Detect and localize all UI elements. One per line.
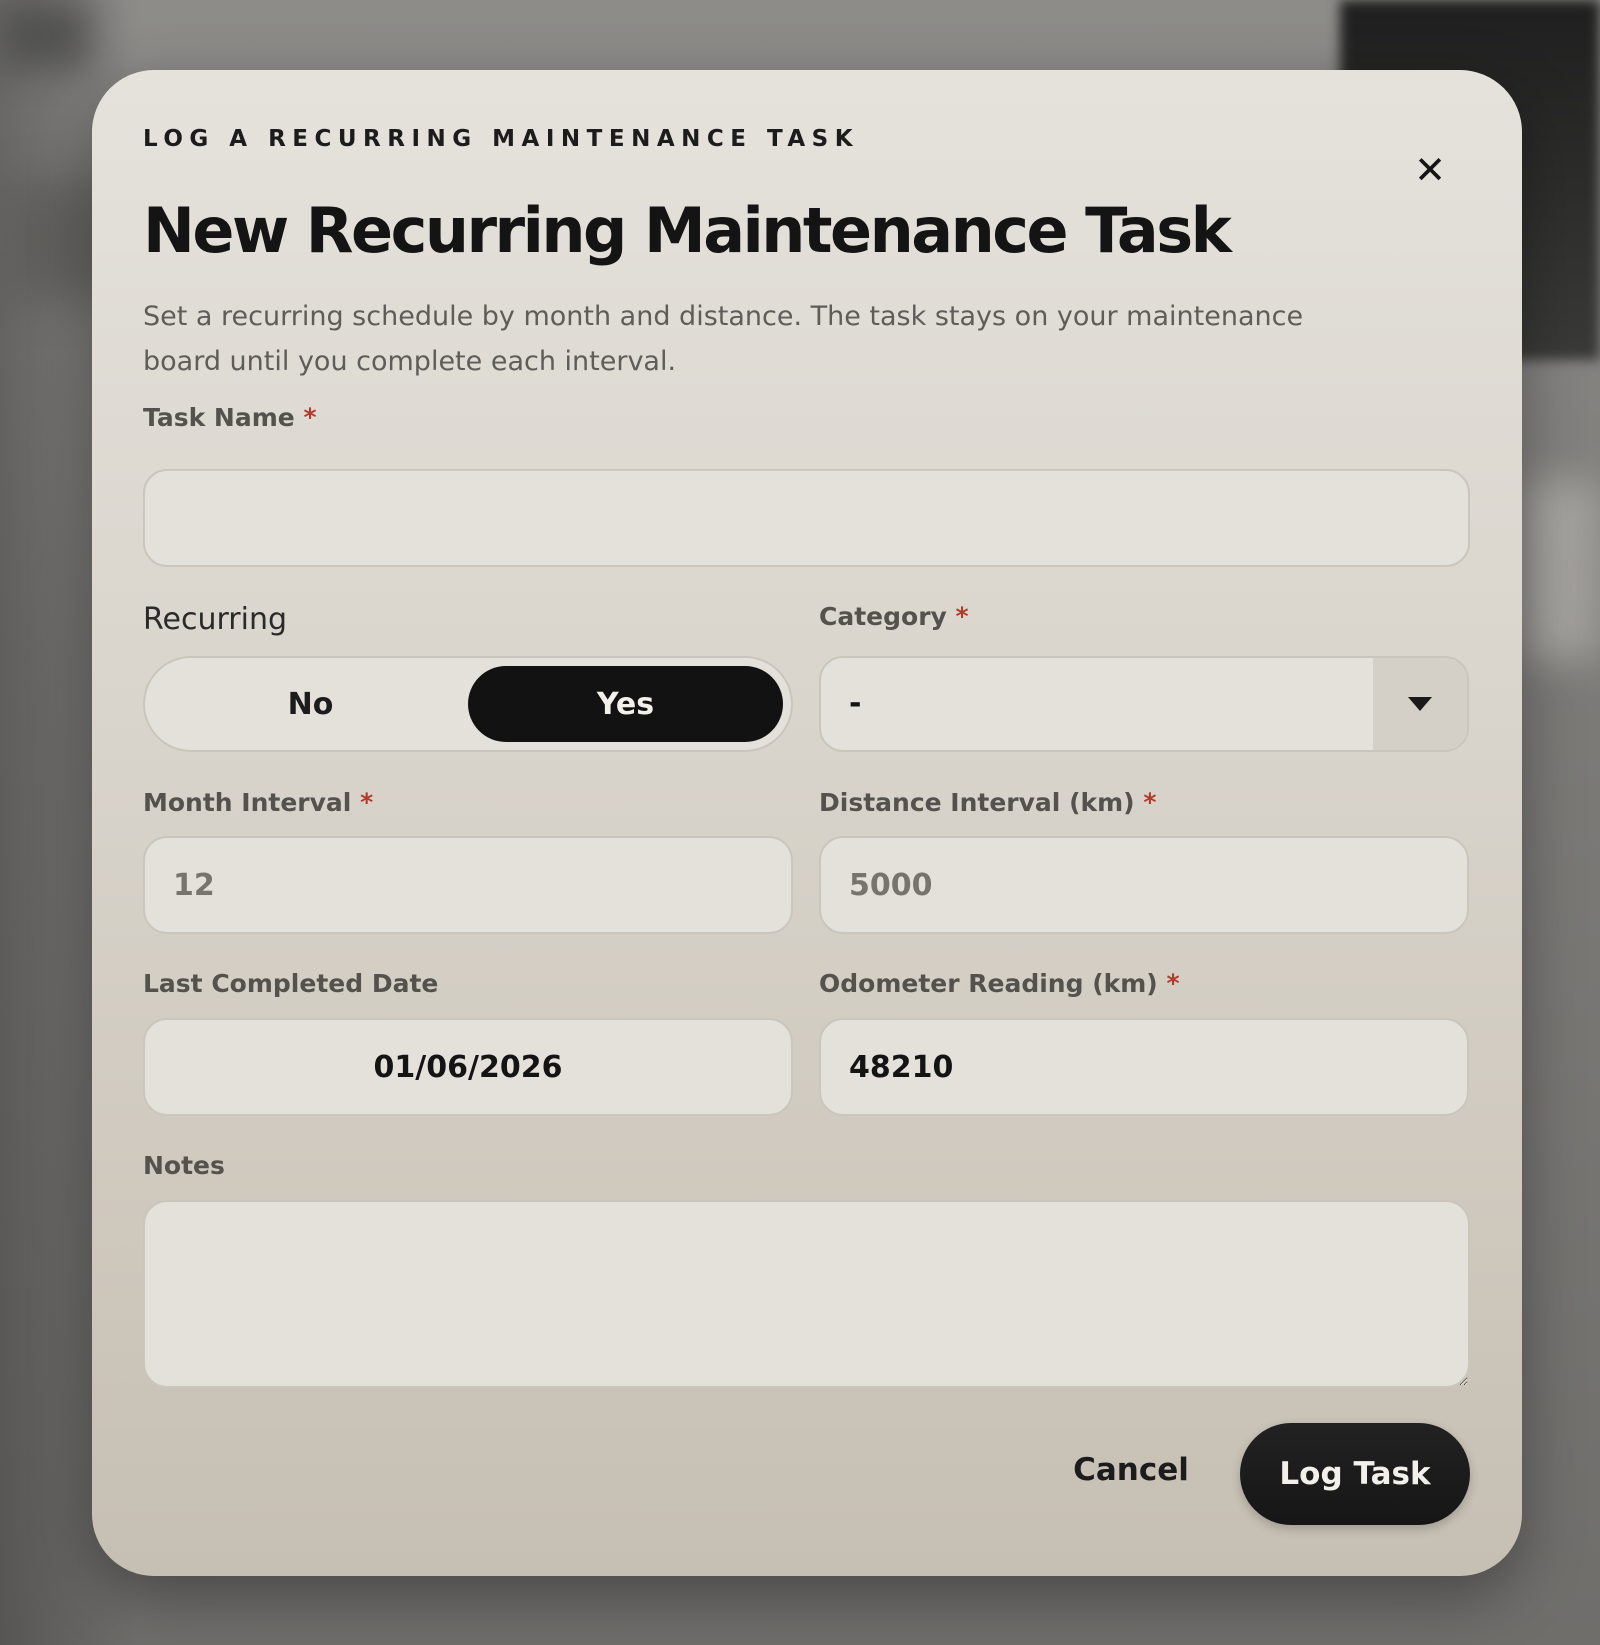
required-marker: * — [955, 602, 969, 631]
odometer-reading-label: Odometer Reading (km) * — [819, 969, 1180, 998]
distance-interval-input[interactable] — [819, 836, 1469, 934]
recurring-option-no[interactable]: No — [153, 666, 468, 742]
month-interval-input[interactable] — [143, 836, 793, 934]
dialog-eyebrow: LOG A RECURRING MAINTENANCE TASK — [143, 126, 860, 152]
dialog-description: Set a recurring schedule by month and di… — [143, 301, 1304, 377]
close-icon[interactable]: ✕ — [1410, 148, 1450, 192]
log-task-button[interactable]: Log Task — [1240, 1423, 1470, 1525]
odometer-reading-label-text: Odometer Reading (km) — [819, 969, 1158, 998]
required-marker: * — [360, 788, 374, 817]
recurring-toggle: No Yes — [143, 656, 793, 752]
backdrop-shape — [0, 0, 90, 70]
last-completed-date-input[interactable] — [143, 1018, 793, 1116]
month-interval-label: Month Interval * — [143, 788, 373, 817]
category-dropdown-toggle[interactable] — [1373, 658, 1467, 750]
backdrop-shape — [1520, 480, 1600, 660]
recurring-label: Recurring — [143, 602, 287, 637]
category-label-text: Category — [819, 602, 947, 631]
category-select[interactable]: - — [819, 656, 1469, 752]
odometer-reading-input[interactable] — [819, 1018, 1469, 1116]
required-marker: * — [303, 403, 317, 432]
task-name-label-text: Task Name — [143, 403, 295, 432]
task-name-label: Task Name * — [143, 403, 317, 432]
distance-interval-label: Distance Interval (km) * — [819, 788, 1156, 817]
dialog-title: New Recurring Maintenance Task — [143, 194, 1232, 267]
task-name-input[interactable] — [143, 469, 1470, 567]
recurring-option-yes[interactable]: Yes — [468, 666, 783, 742]
category-label: Category * — [819, 602, 969, 631]
category-selected-value: - — [849, 686, 862, 721]
required-marker: * — [1166, 969, 1180, 998]
last-completed-date-label: Last Completed Date — [143, 969, 439, 998]
month-interval-label-text: Month Interval — [143, 788, 352, 817]
required-marker: * — [1143, 788, 1157, 817]
maintenance-task-dialog: LOG A RECURRING MAINTENANCE TASK ✕ New R… — [92, 70, 1522, 1576]
cancel-button[interactable]: Cancel — [1061, 1420, 1201, 1520]
distance-interval-label-text: Distance Interval (km) — [819, 788, 1135, 817]
notes-label: Notes — [143, 1151, 225, 1180]
caret-down-icon — [1408, 697, 1432, 711]
notes-textarea[interactable] — [143, 1200, 1470, 1388]
